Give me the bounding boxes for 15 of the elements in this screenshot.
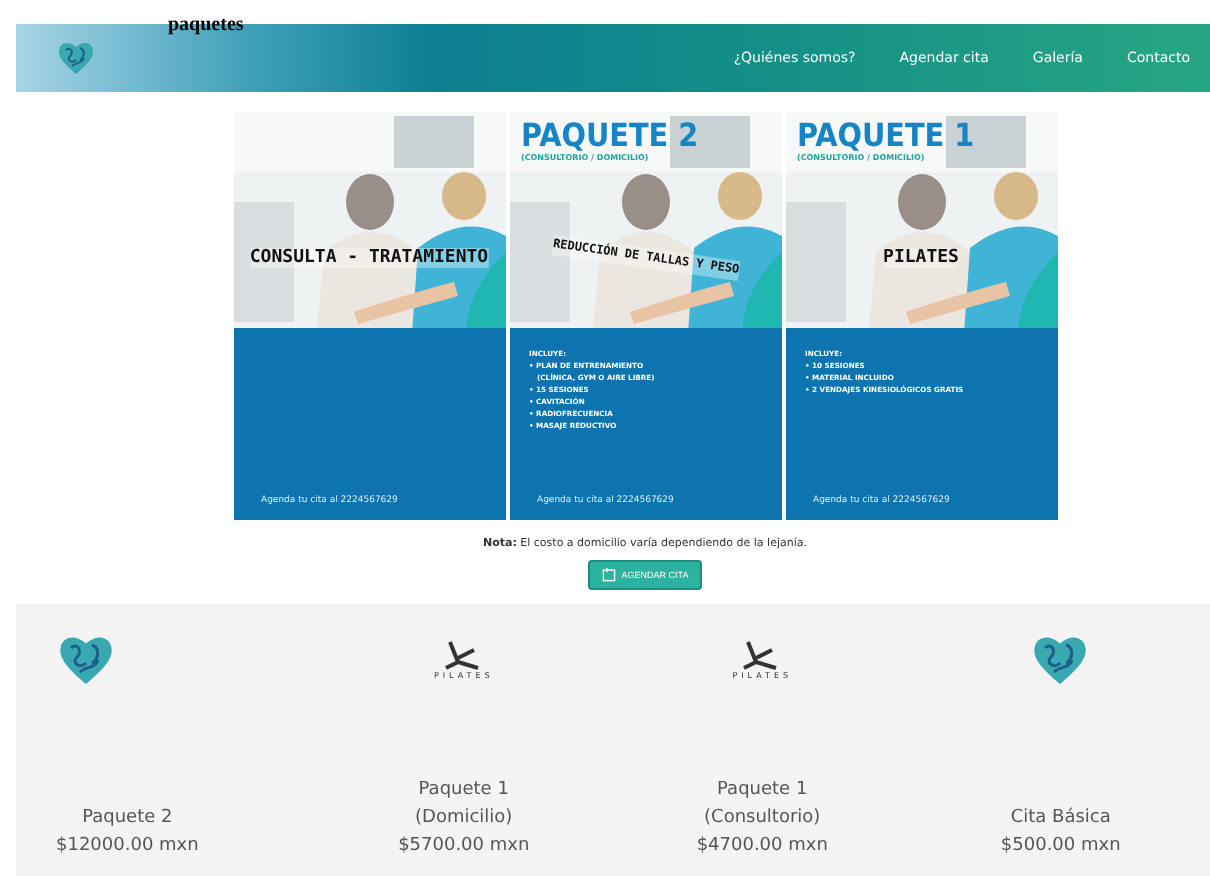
poster-title: PAQUETE 2: [521, 120, 699, 152]
poster-banner-text: PILATES: [883, 248, 959, 268]
package-name: (Consultorio): [704, 808, 821, 828]
package-price: $500.00 mxn: [1000, 836, 1121, 856]
package-name: (Domicilio): [415, 808, 513, 828]
package-price: $5700.00 mxn: [398, 836, 530, 856]
poster-banner-text: CONSULTA - TRATAMIENTO: [249, 248, 489, 268]
package-price: $4700.00 mxn: [696, 836, 828, 856]
package-name: Cita Básica: [1010, 808, 1111, 828]
poster-title: PAQUETE 1: [797, 120, 975, 152]
package-price: $12000.00 mxn: [56, 836, 199, 856]
package-name: Paquete 1: [418, 780, 509, 800]
calendar-icon: [601, 568, 616, 582]
package-name: Paquete 2: [82, 808, 173, 828]
package-name: Paquete 1: [717, 780, 808, 800]
